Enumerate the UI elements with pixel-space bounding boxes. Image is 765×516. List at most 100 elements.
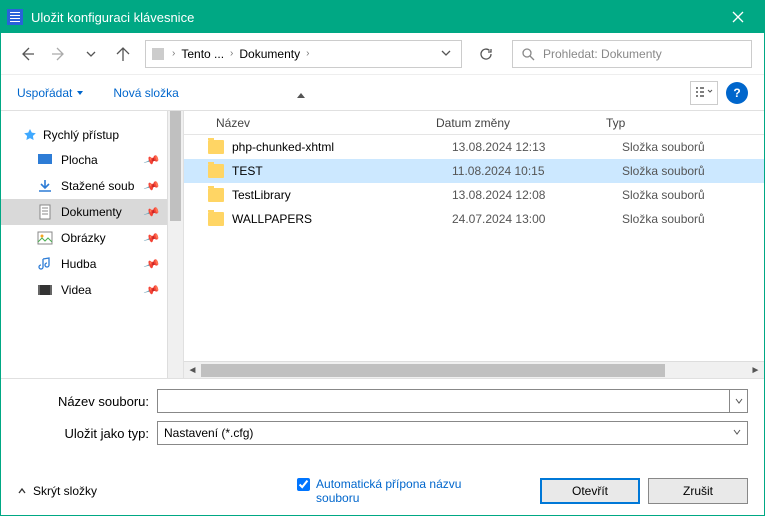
sidebar-scrollbar[interactable] xyxy=(167,111,183,378)
arrow-up-icon xyxy=(115,46,131,62)
auto-extension-label: Automatická přípona názvu souboru xyxy=(316,477,466,505)
sidebar-item-label: Videa xyxy=(61,283,91,297)
sidebar-item-label: Dokumenty xyxy=(61,205,122,219)
save-dialog: Uložit konfiguraci klávesnice › Tento ..… xyxy=(0,0,765,516)
file-date: 13.08.2024 12:13 xyxy=(452,140,622,154)
file-type: Složka souborů xyxy=(622,164,705,178)
hide-folders-label: Skrýt složky xyxy=(33,484,97,498)
horizontal-scrollbar[interactable]: ◄ ► xyxy=(184,361,764,378)
quick-access-header[interactable]: Rychlý přístup xyxy=(1,123,167,147)
up-button[interactable] xyxy=(109,40,137,68)
hide-folders-toggle[interactable]: Skrýt složky xyxy=(17,484,97,498)
column-date-header[interactable]: Datum změny xyxy=(428,116,598,130)
auto-extension-checkbox[interactable]: Automatická přípona názvu souboru xyxy=(297,477,466,505)
address-bar[interactable]: › Tento ... › Dokumenty › xyxy=(145,40,462,68)
file-row[interactable]: TestLibrary13.08.2024 12:08Složka soubor… xyxy=(184,183,764,207)
scroll-thumb[interactable] xyxy=(201,364,665,377)
form-area: Název souboru: Uložit jako typ: Nastaven… xyxy=(1,378,764,463)
refresh-button[interactable] xyxy=(472,40,500,68)
pin-icon: 📌 xyxy=(143,177,161,195)
folder-type-icon xyxy=(37,204,53,220)
new-folder-button[interactable]: Nová složka xyxy=(113,86,178,100)
sidebar-item-dokumenty[interactable]: Dokumenty 📌 xyxy=(1,199,167,225)
help-icon: ? xyxy=(733,86,740,100)
sidebar-item-label: Plocha xyxy=(61,153,98,167)
folder-icon xyxy=(208,188,224,202)
file-name: TEST xyxy=(232,164,452,178)
file-name: WALLPAPERS xyxy=(232,212,452,226)
organize-label: Uspořádat xyxy=(17,86,72,100)
sidebar-item-hudba[interactable]: Hudba📌 xyxy=(1,251,167,277)
arrow-left-icon xyxy=(19,46,35,62)
chevron-down-icon xyxy=(735,397,743,405)
back-button[interactable] xyxy=(13,40,41,68)
file-date: 13.08.2024 12:08 xyxy=(452,188,622,202)
scroll-left-button[interactable]: ◄ xyxy=(184,362,201,379)
command-bar: Uspořádat Nová složka ? xyxy=(1,75,764,111)
address-dropdown[interactable] xyxy=(435,47,457,61)
scroll-right-button[interactable]: ► xyxy=(747,362,764,379)
recent-locations-button[interactable] xyxy=(77,40,105,68)
folder-type-icon xyxy=(37,230,53,246)
sidebar-item-plocha[interactable]: Plocha📌 xyxy=(1,147,167,173)
filetype-combobox[interactable]: Nastavení (*.cfg) xyxy=(157,421,748,445)
chevron-down-icon xyxy=(733,428,741,439)
file-row[interactable]: php-chunked-xhtml13.08.2024 12:13Složka … xyxy=(184,135,764,159)
sidebar-item-videa[interactable]: Videa 📌 xyxy=(1,277,167,303)
cancel-button[interactable]: Zrušit xyxy=(648,478,748,504)
column-type-header[interactable]: Typ xyxy=(598,116,764,130)
folder-icon xyxy=(208,164,224,178)
cancel-button-label: Zrušit xyxy=(683,484,713,498)
breadcrumb-root[interactable]: Tento ... xyxy=(181,47,224,61)
pin-icon: 📌 xyxy=(143,229,161,247)
sidebar-item-label: Stažené soub xyxy=(61,179,134,193)
folder-type-icon xyxy=(37,152,53,168)
help-button[interactable]: ? xyxy=(726,82,748,104)
organize-menu[interactable]: Uspořádat xyxy=(17,86,85,100)
column-name-header[interactable]: Název xyxy=(208,116,428,130)
filetype-label: Uložit jako typ: xyxy=(17,426,157,441)
scroll-track[interactable] xyxy=(201,362,747,379)
close-icon xyxy=(732,11,744,23)
auto-extension-input[interactable] xyxy=(297,478,310,491)
star-icon xyxy=(23,128,37,142)
pin-icon: 📌 xyxy=(143,203,161,221)
open-button-label: Otevřít xyxy=(572,484,608,498)
sort-indicator-icon xyxy=(297,93,305,98)
breadcrumb-separator: › xyxy=(230,48,233,59)
breadcrumb-separator: › xyxy=(306,48,309,59)
folder-icon xyxy=(208,140,224,154)
open-button[interactable]: Otevřít xyxy=(540,478,640,504)
breadcrumb-current[interactable]: Dokumenty xyxy=(239,47,300,61)
file-date: 11.08.2024 10:15 xyxy=(452,164,622,178)
file-name: TestLibrary xyxy=(232,188,452,202)
scrollbar-thumb[interactable] xyxy=(170,111,181,221)
folder-type-icon xyxy=(37,178,53,194)
file-pane: Název Datum změny Typ php-chunked-xhtml1… xyxy=(184,111,764,378)
search-icon xyxy=(521,47,535,61)
sidebar-item-obrázky[interactable]: Obrázky 📌 xyxy=(1,225,167,251)
view-options-button[interactable] xyxy=(690,81,718,105)
file-date: 24.07.2024 13:00 xyxy=(452,212,622,226)
file-row[interactable]: TEST11.08.2024 10:15Složka souborů xyxy=(184,159,764,183)
forward-button[interactable] xyxy=(45,40,73,68)
file-type: Složka souborů xyxy=(622,188,705,202)
pin-icon: 📌 xyxy=(143,255,161,273)
folder-icon xyxy=(208,212,224,226)
search-placeholder: Prohledat: Dokumenty xyxy=(543,47,662,61)
close-button[interactable] xyxy=(718,1,758,33)
search-input[interactable]: Prohledat: Dokumenty xyxy=(512,40,752,68)
chevron-down-icon xyxy=(441,48,451,58)
sidebar-item-stažené-soub[interactable]: Stažené soub 📌 xyxy=(1,173,167,199)
filename-label: Název souboru: xyxy=(17,394,157,409)
footer-bar: Skrýt složky Automatická přípona názvu s… xyxy=(1,463,764,515)
filename-input[interactable] xyxy=(157,389,730,413)
file-list: php-chunked-xhtml13.08.2024 12:13Složka … xyxy=(184,135,764,361)
main-area: Rychlý přístup Plocha📌Stažené soub📌Dokum… xyxy=(1,111,764,378)
sidebar-item-label: Obrázky xyxy=(61,231,106,245)
file-row[interactable]: WALLPAPERS24.07.2024 13:00Složka souborů xyxy=(184,207,764,231)
pin-icon: 📌 xyxy=(143,281,161,299)
chevron-down-icon xyxy=(75,88,85,98)
filename-dropdown[interactable] xyxy=(730,389,748,413)
navigation-bar: › Tento ... › Dokumenty › Prohledat: Dok… xyxy=(1,33,764,75)
